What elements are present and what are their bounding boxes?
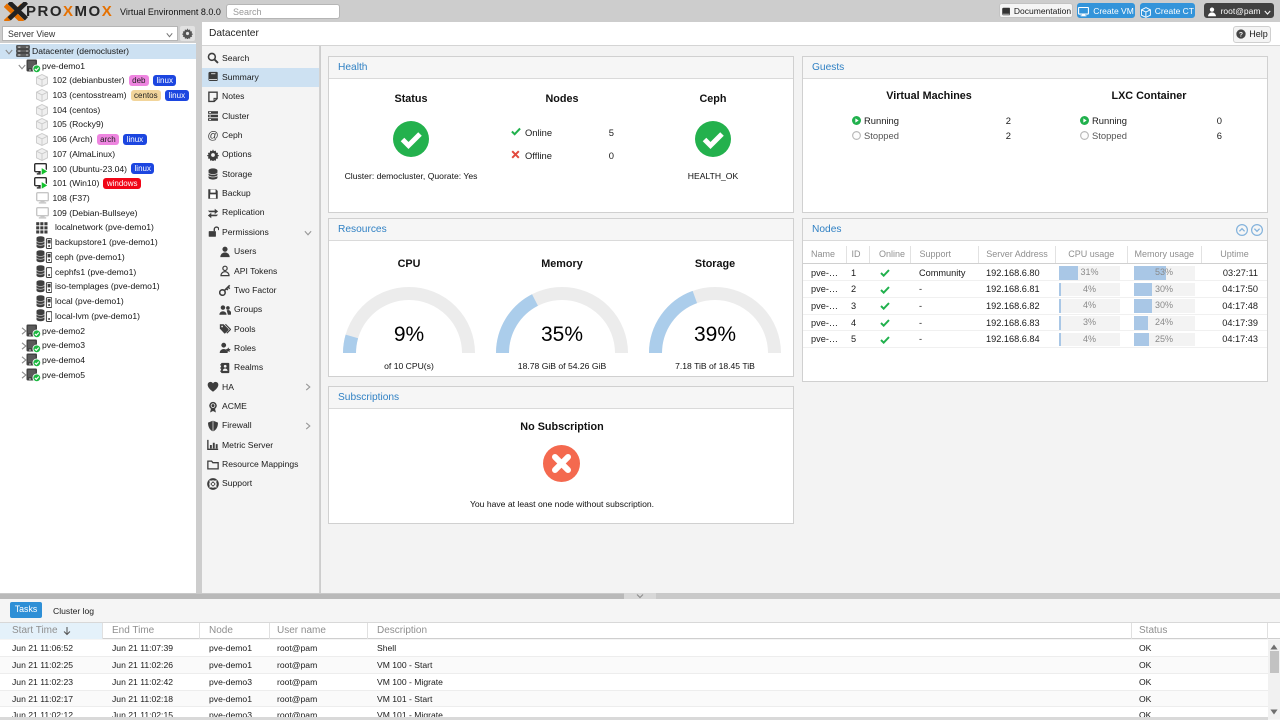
svg-text:@: @ <box>207 130 218 141</box>
svg-text:?: ? <box>1239 32 1243 39</box>
